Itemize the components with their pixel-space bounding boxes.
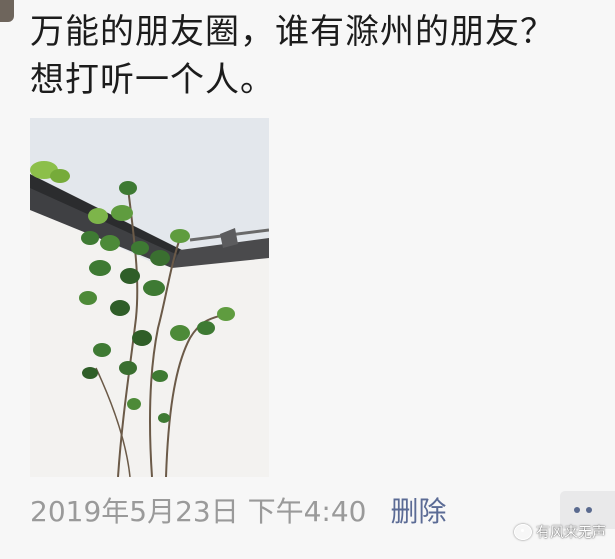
more-dot bbox=[586, 507, 592, 513]
post-text-line-1: 万能的朋友圈，谁有滁州的朋友？ bbox=[30, 12, 555, 52]
delete-button[interactable]: 删除 bbox=[390, 490, 446, 530]
post-text: 万能的朋友圈，谁有滁州的朋友？ 想打听一个人。 bbox=[30, 8, 612, 104]
wechat-logo-icon bbox=[514, 524, 532, 540]
post-text-line-2: 想打听一个人。 bbox=[30, 60, 275, 100]
more-dots-icon bbox=[574, 507, 580, 513]
plant-photo-illustration bbox=[30, 118, 269, 477]
post-timestamp: 2019年5月23日 下午4:40 bbox=[30, 495, 367, 528]
watermark-text: 有风来无声 bbox=[536, 525, 606, 541]
post-meta-row: 2019年5月23日 下午4:40 删除 bbox=[30, 488, 447, 532]
watermark: 有风来无声 bbox=[514, 520, 606, 544]
avatar[interactable] bbox=[0, 0, 14, 22]
post-photo[interactable] bbox=[30, 118, 269, 477]
